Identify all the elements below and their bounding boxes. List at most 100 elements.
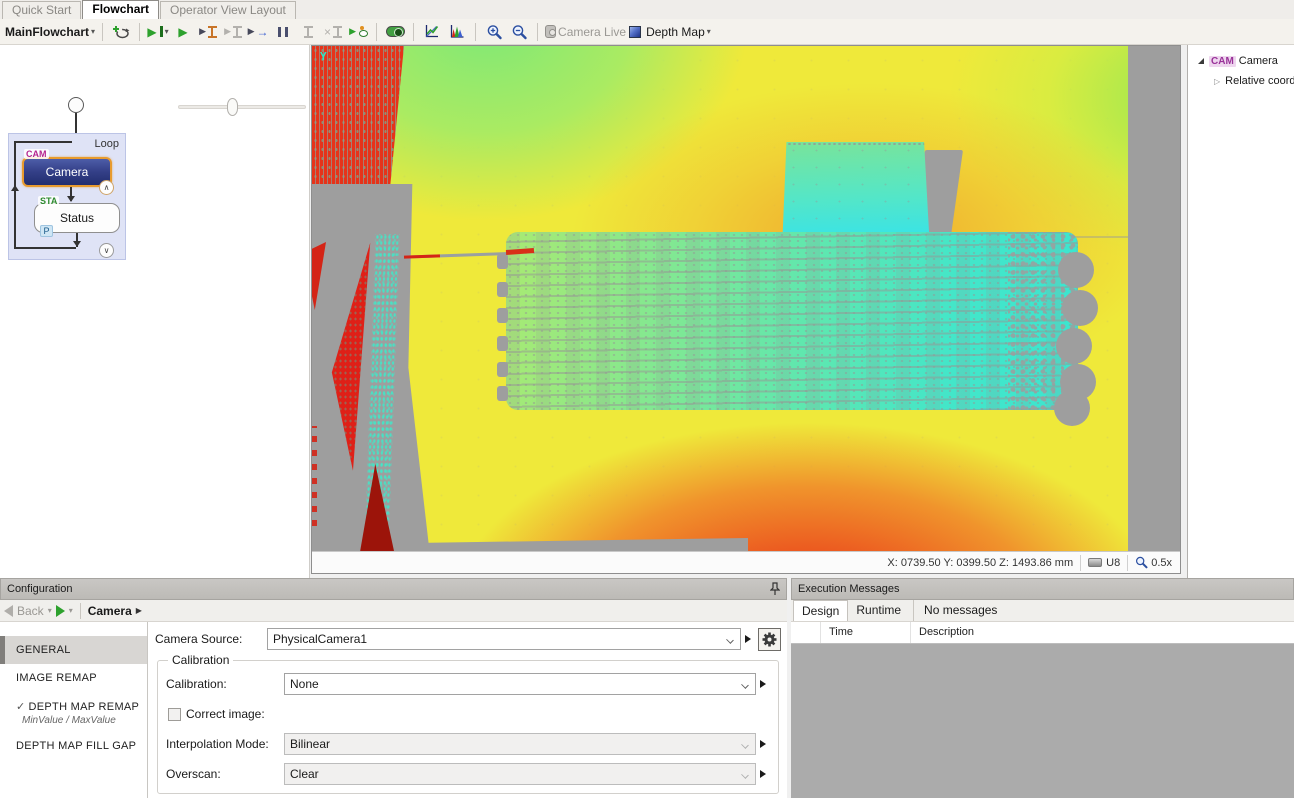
configuration-navbar: Back ▾ ▾ Camera ▶ bbox=[0, 600, 787, 622]
tab-design[interactable]: Design bbox=[793, 600, 848, 621]
messages-list[interactable] bbox=[791, 644, 1294, 798]
viewer-status-bar: X: 0739.50 Y: 0399.50 Z: 1493.86 mm U8 0… bbox=[312, 551, 1180, 573]
tab-flowchart[interactable]: Flowchart bbox=[82, 0, 159, 19]
overscan-expression-button[interactable] bbox=[756, 763, 770, 785]
axis-y-label: Y bbox=[320, 50, 327, 63]
configuration-header: Configuration bbox=[0, 578, 787, 600]
tree-item-camera[interactable]: CAM Camera bbox=[1188, 51, 1294, 71]
pause-bar-icon bbox=[285, 27, 288, 37]
tree-item-relative-coord[interactable]: ▷ Relative coord bbox=[1188, 71, 1294, 91]
pause-bar-icon bbox=[278, 27, 281, 37]
correct-image-label: Correct image: bbox=[186, 707, 265, 721]
flowchart-selector-dropdown[interactable]: MainFlowchart ▾ bbox=[5, 21, 95, 43]
expand-down-chip[interactable]: ∨ bbox=[99, 243, 114, 258]
breakpoint-spool-icon bbox=[304, 26, 313, 38]
slider-thumb[interactable] bbox=[227, 98, 238, 116]
chevron-up-icon: ∧ bbox=[104, 183, 110, 192]
camera-tag: CAM bbox=[1209, 56, 1236, 67]
column-description[interactable]: Description bbox=[911, 622, 1294, 643]
zoom-out-button[interactable] bbox=[508, 21, 530, 43]
overscan-label: Overscan: bbox=[166, 767, 284, 781]
play-icon: ▶ bbox=[224, 27, 231, 36]
pallet-tab bbox=[497, 362, 508, 377]
step-breakpoint-button[interactable]: ▶ bbox=[197, 21, 219, 43]
histogram-icon bbox=[449, 24, 465, 39]
pin-icon[interactable] bbox=[770, 582, 780, 596]
step-image-remap[interactable]: IMAGE REMAP bbox=[0, 664, 147, 692]
step-over-button[interactable]: ▶→ bbox=[247, 21, 269, 43]
camera-source-combobox[interactable]: PhysicalCamera1 bbox=[267, 628, 741, 650]
tree-expanded-icon[interactable] bbox=[1198, 58, 1204, 64]
depth-red-streaks bbox=[312, 426, 317, 526]
back-label[interactable]: Back bbox=[17, 604, 44, 618]
flowchart-canvas[interactable]: Loop Camera CAM ∧ Status STA P ∨ bbox=[0, 45, 310, 578]
histogram-button[interactable] bbox=[446, 21, 468, 43]
overscan-value: Clear bbox=[290, 767, 319, 781]
add-loop-icon bbox=[113, 25, 130, 39]
zoom-level-label: 0.5x bbox=[1151, 557, 1172, 569]
flowchart-node-camera[interactable]: Camera bbox=[22, 157, 112, 187]
breakpoint-toggle-button[interactable] bbox=[297, 21, 319, 43]
breadcrumb[interactable]: Camera bbox=[88, 604, 132, 618]
step-breakpoint-disabled-button[interactable]: ▶ bbox=[222, 21, 244, 43]
tab-runtime[interactable]: Runtime bbox=[848, 600, 909, 621]
expression-arrow-icon bbox=[760, 680, 766, 688]
step-depth-map-remap[interactable]: ✓DEPTH MAP REMAP bbox=[0, 692, 147, 715]
arrowhead-icon bbox=[73, 241, 81, 247]
check-icon: ✓ bbox=[16, 701, 26, 713]
profile-chart-button[interactable] bbox=[421, 21, 443, 43]
run-to-cursor-button[interactable]: ▶ ▾ bbox=[147, 21, 169, 43]
breakpoint-clear-button[interactable]: × bbox=[322, 21, 344, 43]
status-node-tag: STA bbox=[38, 196, 59, 206]
calibration-combobox[interactable]: None bbox=[284, 673, 756, 695]
live-toggle-icon bbox=[386, 26, 405, 37]
back-icon[interactable] bbox=[4, 605, 13, 617]
zoom-out-icon bbox=[511, 24, 528, 40]
operator-person-icon bbox=[358, 26, 367, 38]
depth-map-dropdown[interactable]: Depth Map ▾ bbox=[629, 21, 711, 43]
configuration-steps: GENERAL IMAGE REMAP ✓DEPTH MAP REMAP Min… bbox=[0, 622, 148, 798]
interpolation-expression-button[interactable] bbox=[756, 733, 770, 755]
calibration-expression-button[interactable] bbox=[756, 673, 770, 695]
correct-image-checkbox[interactable] bbox=[168, 708, 181, 721]
pallet-scallop bbox=[1062, 290, 1098, 326]
flowchart-zoom-slider[interactable] bbox=[178, 105, 306, 109]
camera-source-expression-button[interactable] bbox=[741, 628, 755, 650]
tree-collapsed-icon[interactable]: ▷ bbox=[1214, 77, 1220, 86]
breakpoint-spool-icon bbox=[233, 26, 242, 38]
statusbar-separator bbox=[1080, 555, 1081, 571]
step-depth-map-fill-gap[interactable]: DEPTH MAP FILL GAP bbox=[0, 732, 147, 760]
run-button[interactable]: ▶ bbox=[172, 21, 194, 43]
depth-map-viewport[interactable]: Y bbox=[312, 46, 1180, 551]
camera-live-button[interactable]: Camera Live bbox=[545, 21, 626, 43]
run-operator-button[interactable]: ▶ bbox=[347, 21, 369, 43]
step-general[interactable]: GENERAL bbox=[0, 636, 147, 664]
collapse-up-chip[interactable]: ∧ bbox=[99, 180, 114, 195]
camera-source-label: Camera Source: bbox=[155, 632, 267, 646]
chevron-down-icon[interactable]: ▾ bbox=[69, 606, 73, 615]
pause-button[interactable] bbox=[272, 21, 294, 43]
image-viewer-panel: Y X: 0739.50 Y: 0399.50 Z: 1493.86 mm U8… bbox=[311, 45, 1181, 574]
execution-tabs: Design Runtime No messages bbox=[791, 600, 1294, 622]
flowchart-selector-label: MainFlowchart bbox=[5, 25, 89, 39]
tab-operator-view-layout[interactable]: Operator View Layout bbox=[160, 1, 296, 19]
play-icon: ▶ bbox=[349, 27, 356, 36]
column-time[interactable]: Time bbox=[821, 622, 911, 643]
zoom-in-icon bbox=[486, 24, 503, 40]
chevron-down-icon bbox=[726, 636, 734, 644]
messages-column-headers: Time Description bbox=[791, 622, 1294, 644]
camera-settings-button[interactable] bbox=[758, 628, 781, 651]
tab-quick-start[interactable]: Quick Start bbox=[2, 1, 81, 19]
live-toggle-button[interactable] bbox=[384, 21, 406, 43]
breadcrumb-arrow-icon[interactable]: ▶ bbox=[136, 606, 142, 615]
add-loop-button[interactable] bbox=[110, 21, 132, 43]
chevron-down-icon[interactable]: ▾ bbox=[48, 606, 52, 615]
forward-icon[interactable] bbox=[56, 605, 65, 617]
interpolation-mode-label: Interpolation Mode: bbox=[166, 737, 284, 751]
overscan-combobox[interactable]: Clear bbox=[284, 763, 756, 785]
zoom-in-button[interactable] bbox=[483, 21, 505, 43]
pallet-scallop bbox=[1054, 390, 1090, 426]
interpolation-mode-combobox[interactable]: Bilinear bbox=[284, 733, 756, 755]
start-node[interactable] bbox=[68, 97, 84, 113]
toolbar-separator bbox=[413, 23, 414, 41]
